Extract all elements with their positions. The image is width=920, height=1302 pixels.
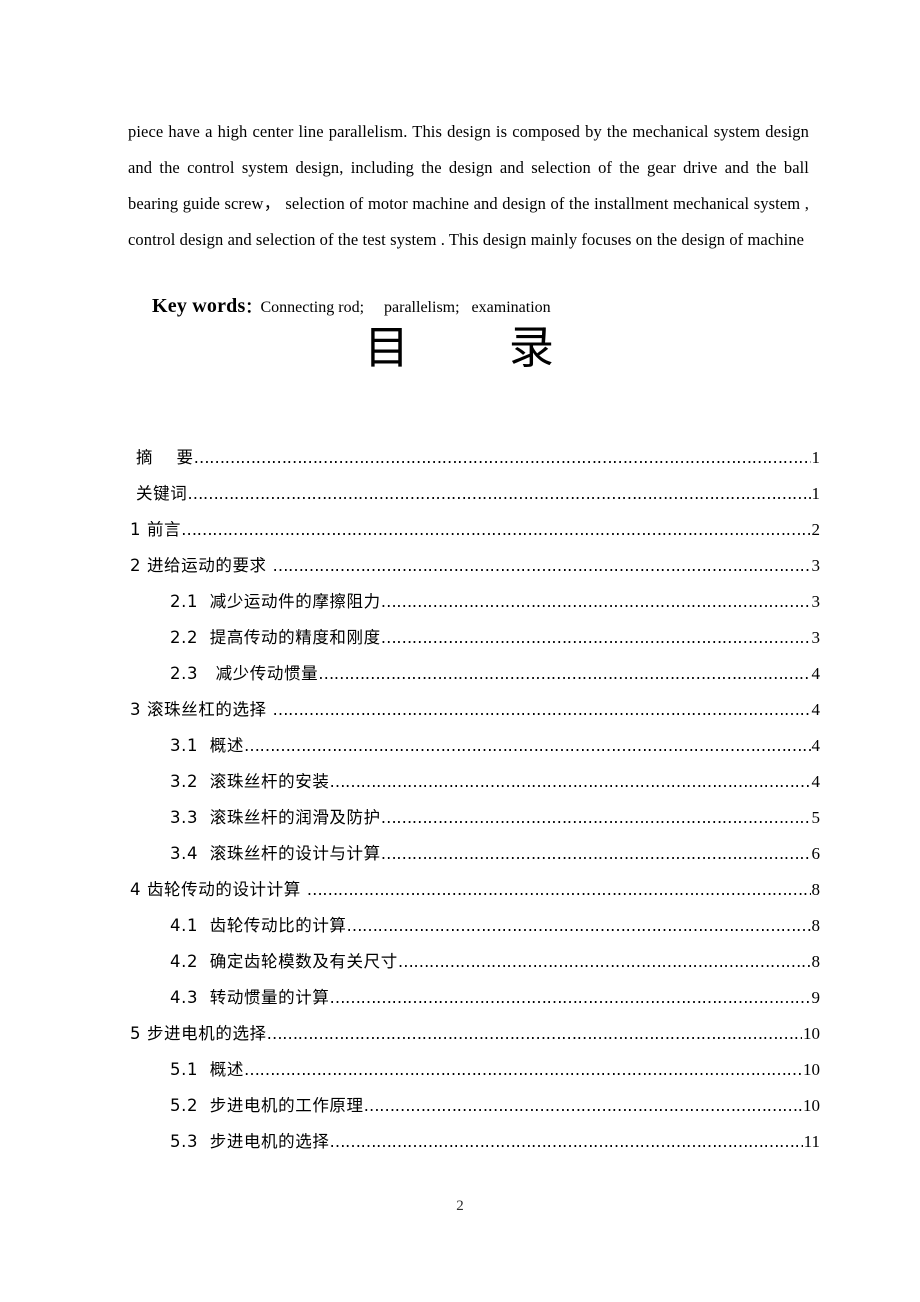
toc-leader-dots: …………………………………………………………………………………………………………… xyxy=(193,450,811,466)
toc-leader-dots: …………………………………………………………………………………………………………… xyxy=(243,738,811,754)
toc-entry[interactable]: 2.2 提高传动的精度和刚度……………………………………………………………………… xyxy=(128,624,820,660)
toc-leader-dots: …………………………………………………………………………………………………………… xyxy=(363,1098,802,1114)
toc-entry-label: 摘 要 xyxy=(136,448,194,467)
toc-leader-dots: …………………………………………………………………………………………………………… xyxy=(380,630,811,646)
toc-leader-dots: …………………………………………………………………………………………………………… xyxy=(397,954,811,970)
toc-entry-page-number: 10 xyxy=(803,1024,820,1043)
toc-entry-label: 5.3 步进电机的选择 xyxy=(170,1132,330,1151)
toc-entry-page-number: 1 xyxy=(811,448,821,467)
document-page: piece have a high center line parallelis… xyxy=(0,0,920,1302)
keywords-colon: ： xyxy=(245,300,261,316)
keywords-label: Key words xyxy=(152,295,246,317)
toc-entry-page-number: 8 xyxy=(811,916,821,935)
toc-entry-page-number: 4 xyxy=(811,772,821,791)
toc-entry[interactable]: 4 齿轮传动的设计计算 …………………………………………………………………………… xyxy=(128,876,820,912)
toc-entry[interactable]: 4.1 齿轮传动比的计算…………………………………………………………………………… xyxy=(128,912,820,948)
toc-leader-dots: …………………………………………………………………………………………………………… xyxy=(380,846,811,862)
toc-entry[interactable]: 4.3 转动惯量的计算……………………………………………………………………………… xyxy=(128,984,820,1020)
toc-leader-dots: …………………………………………………………………………………………………………… xyxy=(243,1062,802,1078)
toc-entry-page-number: 6 xyxy=(811,844,821,863)
toc-entry[interactable]: 3.1 概述…………………………………………………………………………………………… xyxy=(128,732,820,768)
toc-entry-label: 3.1 概述 xyxy=(170,736,244,755)
toc-entry-page-number: 8 xyxy=(811,952,821,971)
toc-entry-page-number: 9 xyxy=(811,988,821,1007)
toc-entry-label: 4.2 确定齿轮模数及有关尺寸 xyxy=(170,952,398,971)
toc-list: 摘 要…………………………………………………………………………………………………… xyxy=(128,444,820,1164)
toc-entry-page-number: 3 xyxy=(811,628,821,647)
toc-entry[interactable]: 2.1 减少运动件的摩擦阻力……………………………………………………………………… xyxy=(128,588,820,624)
toc-entry-page-number: 5 xyxy=(811,808,821,827)
toc-title: 目 录 xyxy=(364,321,556,374)
toc-entry-label: 5 步进电机的选择 xyxy=(130,1024,267,1043)
toc-entry[interactable]: 3.3 滚珠丝杆的润滑及防护……………………………………………………………………… xyxy=(128,804,820,840)
toc-entry-page-number: 4 xyxy=(811,736,821,755)
toc-entry-page-number: 8 xyxy=(811,880,821,899)
toc-entry-label: 3.3 滚珠丝杆的润滑及防护 xyxy=(170,808,381,827)
toc-leader-dots: …………………………………………………………………………………………………………… xyxy=(306,882,811,898)
toc-entry-label: 2.2 提高传动的精度和刚度 xyxy=(170,628,381,647)
toc-leader-dots: …………………………………………………………………………………………………………… xyxy=(187,486,811,502)
toc-entry-label: 2.3 减少传动惯量 xyxy=(170,664,319,683)
toc-entry[interactable]: 3 滚珠丝杠的选择 ………………………………………………………………………………… xyxy=(128,696,820,732)
toc-entry-label: 3.4 滚珠丝杆的设计与计算 xyxy=(170,844,381,863)
toc-entry[interactable]: 5.3 步进电机的选择……………………………………………………………………………… xyxy=(128,1128,820,1164)
toc-entry-label: 3 滚珠丝杠的选择 xyxy=(130,700,273,719)
toc-entry-page-number: 11 xyxy=(803,1132,820,1151)
toc-leader-dots: …………………………………………………………………………………………………………… xyxy=(380,810,811,826)
toc-entry[interactable]: 2 进给运动的要求 ………………………………………………………………………………… xyxy=(128,552,820,588)
toc-entry[interactable]: 5.1 概述…………………………………………………………………………………………… xyxy=(128,1056,820,1092)
toc-leader-dots: …………………………………………………………………………………………………………… xyxy=(329,990,810,1006)
toc-entry-label: 1 前言 xyxy=(130,520,182,539)
toc-entry-page-number: 10 xyxy=(803,1060,820,1079)
toc-entry-label: 4 齿轮传动的设计计算 xyxy=(130,880,307,899)
toc-leader-dots: …………………………………………………………………………………………………………… xyxy=(380,594,811,610)
keywords-value: Connecting rod; parallelism; examination xyxy=(260,299,551,316)
toc-leader-dots: …………………………………………………………………………………………………………… xyxy=(329,774,810,790)
toc-leader-dots: …………………………………………………………………………………………………………… xyxy=(181,522,811,538)
toc-entry[interactable]: 2.3 减少传动惯量………………………………………………………………………………… xyxy=(128,660,820,696)
toc-entry-page-number: 3 xyxy=(811,556,821,575)
toc-entry[interactable]: 5 步进电机的选择…………………………………………………………………………………… xyxy=(128,1020,820,1056)
toc-entry-label: 2 进给运动的要求 xyxy=(130,556,273,575)
toc-leader-dots: …………………………………………………………………………………………………………… xyxy=(318,666,810,682)
toc-entry[interactable]: 关键词…………………………………………………………………………………………………… xyxy=(128,480,820,516)
toc-entry-page-number: 2 xyxy=(811,520,821,539)
abstract-paragraph: piece have a high center line parallelis… xyxy=(128,122,809,249)
toc-entry-page-number: 1 xyxy=(811,484,821,503)
toc-entry-page-number: 4 xyxy=(811,700,821,719)
toc-entry-label: 关键词 xyxy=(136,484,188,503)
toc-entry-label: 4.1 齿轮传动比的计算 xyxy=(170,916,347,935)
toc-entry-label: 5.1 概述 xyxy=(170,1060,244,1079)
toc-entry[interactable]: 4.2 确定齿轮模数及有关尺寸…………………………………………………………………… xyxy=(128,948,820,984)
footer-page-number: 2 xyxy=(456,1198,464,1214)
toc-entry-page-number: 3 xyxy=(811,592,821,611)
toc-entry-label: 2.1 减少运动件的摩擦阻力 xyxy=(170,592,381,611)
toc-entry[interactable]: 摘 要…………………………………………………………………………………………………… xyxy=(128,444,820,480)
toc-entry[interactable]: 5.2 步进电机的工作原理………………………………………………………………………… xyxy=(128,1092,820,1128)
abstract-block: piece have a high center line parallelis… xyxy=(128,114,809,258)
toc-entry[interactable]: 3.4 滚珠丝杆的设计与计算……………………………………………………………………… xyxy=(128,840,820,876)
toc-entry[interactable]: 3.2 滚珠丝杆的安装……………………………………………………………………………… xyxy=(128,768,820,804)
toc-entry-page-number: 10 xyxy=(803,1096,820,1115)
toc-leader-dots: …………………………………………………………………………………………………………… xyxy=(272,702,811,718)
toc-entry-label: 4.3 转动惯量的计算 xyxy=(170,988,330,1007)
toc-entry[interactable]: 1 前言………………………………………………………………………………………………… xyxy=(128,516,820,552)
toc-entry-label: 5.2 步进电机的工作原理 xyxy=(170,1096,364,1115)
toc-leader-dots: …………………………………………………………………………………………………………… xyxy=(329,1134,802,1150)
toc-entry-label: 3.2 滚珠丝杆的安装 xyxy=(170,772,330,791)
toc-leader-dots: …………………………………………………………………………………………………………… xyxy=(266,1026,802,1042)
toc-entry-page-number: 4 xyxy=(811,664,821,683)
toc-leader-dots: …………………………………………………………………………………………………………… xyxy=(272,558,811,574)
toc-leader-dots: …………………………………………………………………………………………………………… xyxy=(346,918,811,934)
